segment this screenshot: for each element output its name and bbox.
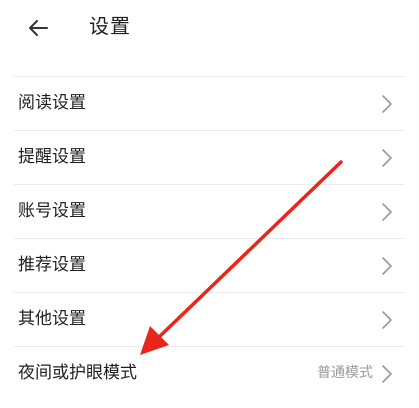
- settings-item-label: 账号设置: [18, 201, 86, 221]
- app-bar: 设置: [0, 0, 419, 56]
- settings-item-label: 阅读设置: [18, 93, 86, 113]
- chevron-right-icon: [382, 311, 392, 329]
- arrow-left-icon: [29, 20, 48, 36]
- chevron-right-icon: [382, 203, 392, 221]
- page-title: 设置: [89, 14, 131, 38]
- settings-item-night-mode[interactable]: 夜间或护眼模式 普通模式: [0, 346, 419, 400]
- settings-item-recommend[interactable]: 推荐设置: [0, 238, 419, 292]
- settings-item-label: 夜间或护眼模式: [18, 363, 137, 383]
- settings-item-reading[interactable]: 阅读设置: [0, 76, 419, 130]
- settings-item-label: 其他设置: [18, 309, 86, 329]
- chevron-right-icon: [382, 365, 392, 383]
- settings-item-other[interactable]: 其他设置: [0, 292, 419, 346]
- chevron-right-icon: [382, 149, 392, 167]
- settings-item-reminder[interactable]: 提醒设置: [0, 130, 419, 184]
- chevron-right-icon: [382, 257, 392, 275]
- night-mode-value: 普通模式: [317, 365, 373, 381]
- settings-item-account[interactable]: 账号设置: [0, 184, 419, 238]
- chevron-right-icon: [382, 95, 392, 113]
- settings-item-label: 提醒设置: [18, 147, 86, 167]
- settings-item-label: 推荐设置: [18, 255, 86, 275]
- back-button[interactable]: [20, 10, 56, 46]
- settings-list: 阅读设置 提醒设置 账号设置 推荐设置 其他设置 夜间或护眼模式 普通模式: [0, 76, 419, 400]
